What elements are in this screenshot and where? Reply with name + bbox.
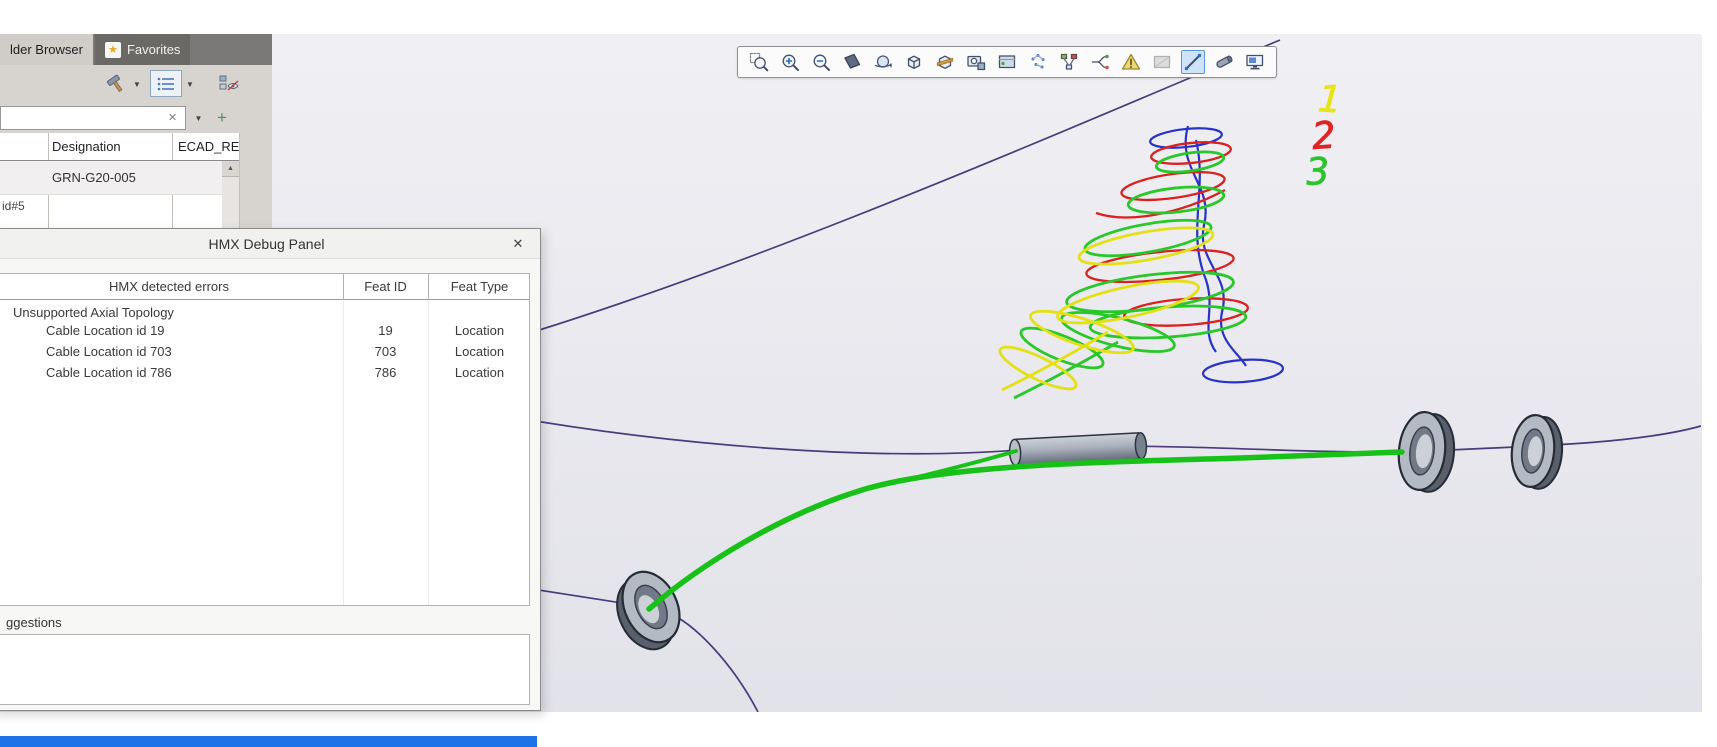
tab-folder-browser-label: lder Browser: [10, 42, 83, 57]
customize-tools-icon[interactable]: [104, 72, 128, 101]
error-group-label[interactable]: Unsupported Axial Topology: [0, 300, 529, 321]
browser-toolbar: ▼ ▼: [0, 65, 272, 103]
table-row[interactable]: GRN-G20-005: [0, 161, 222, 195]
snapshot-icon[interactable]: [964, 50, 988, 74]
green-cable-main[interactable]: [646, 449, 1405, 612]
col-designation[interactable]: Designation: [52, 139, 121, 154]
scroll-up-icon[interactable]: ▲: [222, 161, 239, 177]
col-ecad-ref[interactable]: ECAD_RE: [178, 139, 239, 154]
suggestions-label: ggestions: [6, 615, 62, 630]
cable-tangle[interactable]: [995, 125, 1285, 400]
debug-title-bar[interactable]: HMX Debug Panel ✕: [0, 229, 540, 259]
error-feat_id: 703: [374, 344, 397, 359]
connector-ring-right[interactable]: [1508, 413, 1565, 491]
add-filter-icon[interactable]: +: [212, 105, 232, 130]
error-row[interactable]: Cable Location id 786 786 Location: [0, 363, 529, 384]
browser-tabbar: lder Browser ★ Favorites: [0, 34, 272, 65]
error-error: Cable Location id 786: [46, 365, 172, 380]
errors-table: HMX detected errors Feat ID Feat Type Un…: [0, 273, 530, 606]
zoom-box-icon[interactable]: [747, 50, 771, 74]
browser-panel: lder Browser ★ Favorites ▼ ▼ ✕ ▼ + Desig…: [0, 34, 272, 228]
filter-input[interactable]: [0, 106, 186, 130]
render-style-icon[interactable]: [995, 50, 1019, 74]
tab-favorites-label: Favorites: [126, 42, 181, 57]
isometric-cube-icon[interactable]: [902, 50, 926, 74]
error-feat_id: 786: [374, 365, 397, 380]
tab-folder-browser[interactable]: lder Browser: [0, 34, 93, 65]
list-view-dropdown-icon[interactable]: ▼: [186, 81, 194, 89]
error-feat_type: Location: [454, 365, 505, 380]
error-row[interactable]: Cable Location id 19 19 Location: [0, 321, 529, 342]
connector-icon[interactable]: [1212, 50, 1236, 74]
error-row[interactable]: Cable Location id 703 703 Location: [0, 342, 529, 363]
hierarchy-icon[interactable]: [1057, 50, 1081, 74]
errors-table-header: HMX detected errors Feat ID Feat Type: [0, 274, 529, 300]
error-error: Cable Location id 703: [46, 344, 172, 359]
error-feat_type: Location: [454, 323, 505, 338]
col-feat-id[interactable]: Feat ID: [343, 279, 428, 294]
close-icon[interactable]: ✕: [509, 235, 527, 253]
partial-row-text: id#5: [2, 199, 25, 213]
zoom-out-icon[interactable]: [809, 50, 833, 74]
error-feat_type: Location: [454, 344, 505, 359]
designation-value: GRN-G20-005: [52, 170, 136, 185]
view-toolbar: [737, 46, 1277, 78]
hide-columns-icon[interactable]: [218, 73, 242, 100]
star-icon: ★: [104, 41, 121, 58]
col-feat-type[interactable]: Feat Type: [428, 279, 529, 294]
display-settings-icon[interactable]: [1243, 50, 1267, 74]
filter-dropdown-icon[interactable]: ▼: [190, 108, 207, 129]
shade-plane-icon[interactable]: [840, 50, 864, 74]
components-table: Designation ECAD_RE GRN-G20-005 id#5 ▲: [0, 133, 240, 228]
list-view-icon[interactable]: [150, 70, 182, 97]
col-errors[interactable]: HMX detected errors: [0, 279, 343, 294]
split-route-icon[interactable]: [1088, 50, 1112, 74]
error-feat_id: 19: [378, 323, 393, 338]
header-divider: [428, 274, 429, 300]
tabbar-filler: [190, 34, 272, 65]
table-header: Designation ECAD_RE: [0, 133, 239, 161]
tools-dropdown-icon[interactable]: ▼: [133, 81, 141, 89]
bottom-blue-bar: [0, 736, 537, 747]
tab-favorites[interactable]: ★ Favorites: [94, 34, 191, 65]
green-cables[interactable]: [646, 449, 1405, 612]
zoom-in-icon[interactable]: [778, 50, 802, 74]
warnings-icon[interactable]: [1119, 50, 1143, 74]
header-divider: [343, 274, 344, 300]
measure-line-icon[interactable]: [1181, 50, 1205, 74]
debug-title: HMX Debug Panel: [208, 236, 325, 252]
error-error: Cable Location id 19: [46, 323, 165, 338]
capture-disabled-icon[interactable]: [1150, 50, 1174, 74]
error-rows: Cable Location id 19 19 Location Cable Loca…: [0, 321, 529, 384]
clear-filter-icon[interactable]: ✕: [168, 111, 177, 124]
hmx-debug-panel: HMX Debug Panel ✕ HMX detected errors Fe…: [0, 228, 541, 711]
section-cube-icon[interactable]: [933, 50, 957, 74]
suggestions-box[interactable]: [0, 634, 530, 705]
table-scrollbar[interactable]: ▲: [222, 161, 239, 228]
particles-icon[interactable]: [1026, 50, 1050, 74]
orbit-rotate-icon[interactable]: [871, 50, 895, 74]
filter-row: ✕ ▼ +: [0, 103, 272, 133]
